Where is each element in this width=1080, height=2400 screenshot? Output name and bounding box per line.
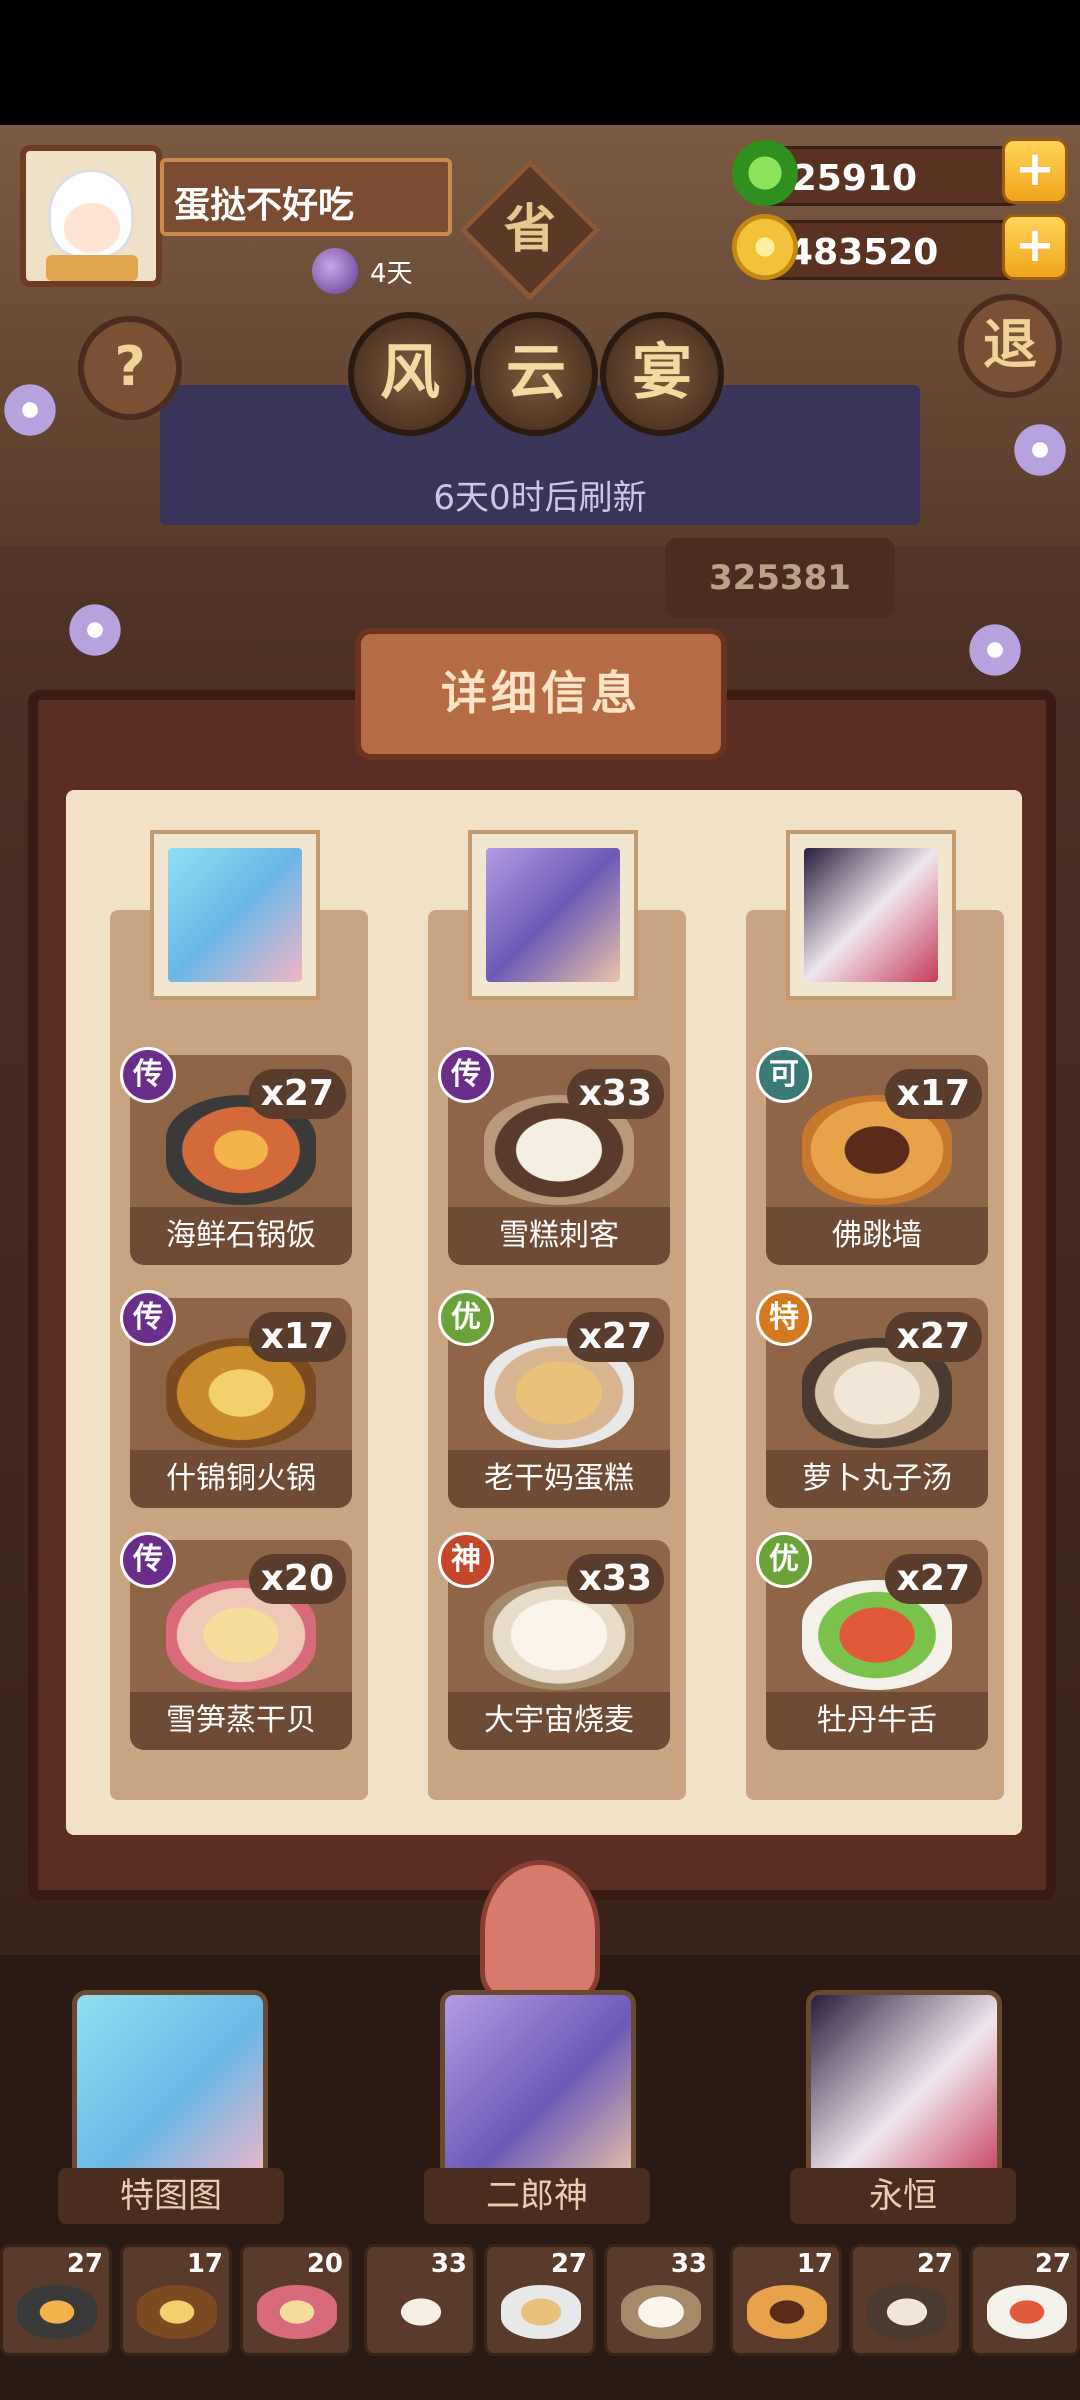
dish-card[interactable]: 优 x27 老干妈蛋糕 bbox=[438, 1290, 670, 1508]
days-label: 4天 bbox=[370, 258, 413, 289]
dish-card[interactable]: 优 x27 牡丹牛舌 bbox=[756, 1532, 988, 1750]
slot-count: 20 bbox=[306, 2249, 343, 2279]
dish-count: x20 bbox=[248, 1554, 346, 1604]
event-title-char: 宴 bbox=[600, 312, 724, 436]
slot-count: 27 bbox=[66, 2249, 103, 2279]
character-portrait[interactable] bbox=[150, 830, 320, 1000]
inventory-slot[interactable]: 27 bbox=[850, 2244, 962, 2356]
dish-name: 佛跳墙 bbox=[766, 1207, 988, 1265]
chinese-knot-decoration bbox=[480, 1860, 600, 2000]
coin-icon bbox=[732, 214, 798, 280]
dish-count: x27 bbox=[566, 1312, 664, 1362]
character-card[interactable] bbox=[806, 1990, 1002, 2190]
character-card[interactable] bbox=[72, 1990, 268, 2190]
event-title-char: 风 bbox=[348, 312, 472, 436]
inventory-slot[interactable]: 17 bbox=[120, 2244, 232, 2356]
dish-card[interactable]: 传 x33 雪糕刺客 bbox=[438, 1047, 670, 1265]
dish-count: x27 bbox=[248, 1069, 346, 1119]
dish-card[interactable]: 传 x20 雪笋蒸干贝 bbox=[120, 1532, 352, 1750]
dish-card[interactable]: 神 x33 大宇宙烧麦 bbox=[438, 1532, 670, 1750]
slot-count: 27 bbox=[550, 2249, 587, 2279]
dish-card[interactable]: 特 x27 萝卜丸子汤 bbox=[756, 1290, 988, 1508]
slot-count: 27 bbox=[916, 2249, 953, 2279]
dish-name: 大宇宙烧麦 bbox=[448, 1692, 670, 1750]
flower-decoration bbox=[1010, 420, 1070, 480]
dish-name: 老干妈蛋糕 bbox=[448, 1450, 670, 1508]
inventory-slot[interactable]: 17 bbox=[730, 2244, 842, 2356]
character-portrait[interactable] bbox=[468, 830, 638, 1000]
dish-card[interactable]: 传 x27 海鲜石锅饭 bbox=[120, 1047, 352, 1265]
grade-badge: 传 bbox=[438, 1047, 494, 1103]
help-button[interactable]: ? bbox=[78, 316, 182, 420]
refresh-timer: 6天0时后刷新 bbox=[433, 478, 647, 518]
dish-name: 牡丹牛舌 bbox=[766, 1692, 988, 1750]
inventory-slot[interactable]: 27 bbox=[484, 2244, 596, 2356]
player-avatar[interactable] bbox=[20, 145, 162, 287]
grade-badge: 传 bbox=[120, 1532, 176, 1588]
add-coins-button[interactable]: + bbox=[1002, 214, 1068, 280]
grade-badge: 特 bbox=[756, 1290, 812, 1346]
inventory-slot[interactable]: 33 bbox=[364, 2244, 476, 2356]
coin-counter: 5483520 bbox=[760, 220, 1020, 280]
slot-count: 33 bbox=[430, 2249, 467, 2279]
dish-card[interactable]: 传 x17 什锦铜火锅 bbox=[120, 1290, 352, 1508]
dish-name: 海鲜石锅饭 bbox=[130, 1207, 352, 1265]
dish-count: x27 bbox=[884, 1312, 982, 1362]
dish-name: 萝卜丸子汤 bbox=[766, 1450, 988, 1508]
slot-count: 27 bbox=[1034, 2249, 1071, 2279]
slot-count: 17 bbox=[186, 2249, 223, 2279]
dish-name: 什锦铜火锅 bbox=[130, 1450, 352, 1508]
event-title-char: 云 bbox=[474, 312, 598, 436]
score-plate: 325381 bbox=[665, 538, 895, 618]
dish-count: x27 bbox=[884, 1554, 982, 1604]
inventory-slot[interactable]: 20 bbox=[240, 2244, 352, 2356]
dish-card[interactable]: 可 x17 佛跳墙 bbox=[756, 1047, 988, 1265]
character-portrait[interactable] bbox=[786, 830, 956, 1000]
panel-title: 详细信息 bbox=[355, 628, 727, 760]
jade-icon bbox=[732, 140, 798, 206]
inventory-slot[interactable]: 27 bbox=[0, 2244, 112, 2356]
player-name: 蛋挞不好吃 bbox=[160, 158, 452, 236]
flower-decoration bbox=[0, 380, 60, 440]
slot-count: 17 bbox=[796, 2249, 833, 2279]
dish-count: x17 bbox=[248, 1312, 346, 1362]
dish-count: x33 bbox=[566, 1554, 664, 1604]
days-indicator: 4天 bbox=[312, 248, 413, 294]
dish-name: 雪糕刺客 bbox=[448, 1207, 670, 1265]
add-jade-button[interactable]: + bbox=[1002, 138, 1068, 204]
exit-button[interactable]: 退 bbox=[958, 294, 1062, 398]
character-name: 特图图 bbox=[58, 2168, 284, 2224]
grade-badge: 优 bbox=[438, 1290, 494, 1346]
dish-count: x17 bbox=[884, 1069, 982, 1119]
dish-name: 雪笋蒸干贝 bbox=[130, 1692, 352, 1750]
slot-count: 33 bbox=[670, 2249, 707, 2279]
grade-badge: 传 bbox=[120, 1047, 176, 1103]
inventory-slot[interactable]: 33 bbox=[604, 2244, 716, 2356]
character-card[interactable] bbox=[440, 1990, 636, 2190]
grade-badge: 神 bbox=[438, 1532, 494, 1588]
dish-count: x33 bbox=[566, 1069, 664, 1119]
character-name: 永恒 bbox=[790, 2168, 1016, 2224]
jade-counter: 25910 bbox=[760, 146, 1020, 206]
grade-badge: 可 bbox=[756, 1047, 812, 1103]
flower-decoration bbox=[65, 600, 125, 660]
inventory-slot[interactable]: 27 bbox=[970, 2244, 1080, 2356]
grade-badge: 传 bbox=[120, 1290, 176, 1346]
character-name: 二郎神 bbox=[424, 2168, 650, 2224]
character-mini-icon bbox=[312, 248, 358, 294]
grade-badge: 优 bbox=[756, 1532, 812, 1588]
flower-decoration bbox=[965, 620, 1025, 680]
